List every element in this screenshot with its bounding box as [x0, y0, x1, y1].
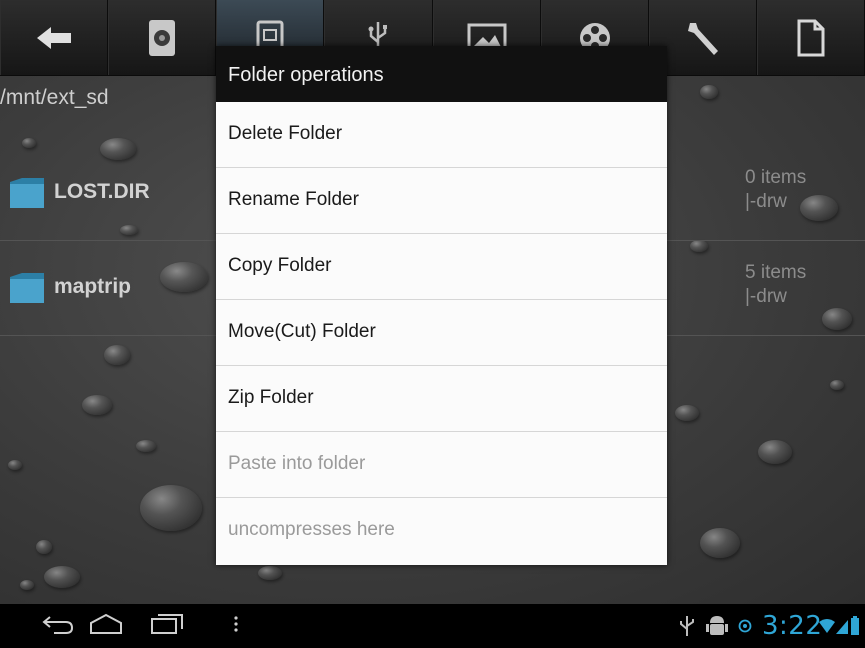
menu-button[interactable] — [232, 604, 240, 648]
sd-card-icon — [148, 19, 176, 57]
permissions: |-drw — [745, 286, 787, 307]
rename-folder-option[interactable]: Rename Folder — [216, 168, 667, 234]
uncompress-here-option: uncompresses here — [228, 519, 395, 540]
item-count: 0 items — [745, 167, 807, 188]
folder-operations-dialog: Folder operations Delete Folder Rename F… — [216, 46, 667, 565]
move-folder-option[interactable]: Move(Cut) Folder — [216, 300, 667, 366]
overflow-menu-icon — [232, 614, 240, 639]
recents-icon — [150, 613, 184, 640]
android-debug-icon — [706, 604, 728, 648]
status-clock: 3:22 — [762, 604, 822, 648]
sd-status-icon — [738, 604, 752, 648]
folder-name: LOST.DIR — [54, 180, 150, 203]
dialog-title: Folder operations — [216, 46, 667, 102]
battery-icon — [850, 604, 860, 648]
sd-card-button[interactable] — [108, 0, 217, 75]
delete-folder-option[interactable]: Delete Folder — [216, 102, 667, 168]
new-file-button[interactable] — [756, 0, 865, 75]
clock-text: 3:22 — [762, 611, 823, 641]
folder-icon — [8, 174, 46, 217]
new-file-icon — [796, 19, 826, 57]
signal-icon — [836, 604, 848, 648]
wifi-icon — [818, 604, 836, 648]
paste-into-folder-option: Paste into folder — [216, 432, 667, 498]
back-arrow-icon — [35, 25, 73, 51]
copy-folder-option[interactable]: Copy Folder — [216, 234, 667, 300]
folder-name: maptrip — [54, 275, 132, 298]
back-button[interactable] — [0, 0, 109, 75]
nav-back-button[interactable] — [40, 604, 74, 648]
back-icon — [40, 613, 74, 640]
zip-folder-option[interactable]: Zip Folder — [216, 366, 667, 432]
home-icon — [88, 613, 124, 640]
system-bar: 3:22 — [0, 604, 865, 648]
usb-status-icon — [678, 604, 696, 648]
folder-icon — [8, 269, 46, 312]
current-path: /mnt/ext_sd — [0, 86, 109, 109]
nav-home-button[interactable] — [88, 604, 124, 648]
nav-recents-button[interactable] — [150, 604, 184, 648]
wrench-icon — [684, 19, 722, 57]
permissions: |-drw — [745, 191, 787, 212]
item-count: 5 items — [745, 262, 807, 283]
